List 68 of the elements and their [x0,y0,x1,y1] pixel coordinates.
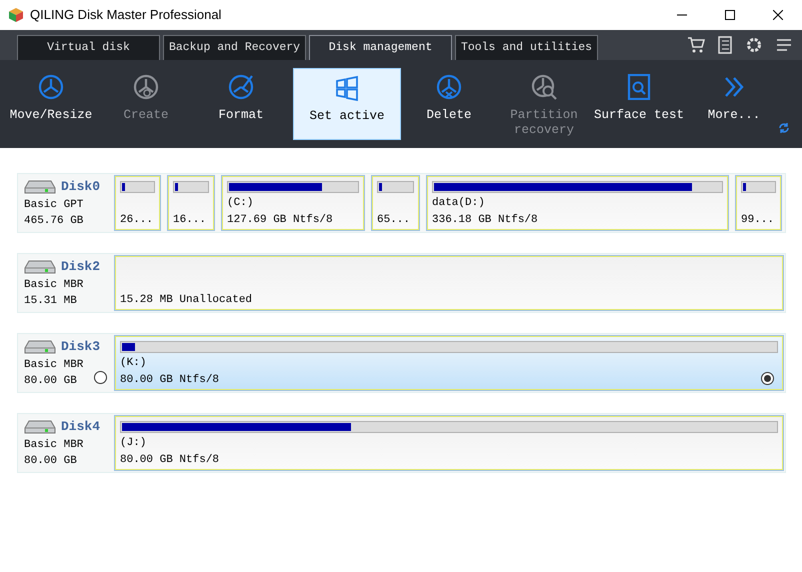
hard-drive-icon [24,178,56,195]
pie-cross-icon [436,74,462,100]
partition-size: 127.69 GB Ntfs/8 [227,213,333,227]
hard-drive-icon [24,418,56,435]
unallocated-space[interactable]: 15.28 MB Unallocated [115,256,783,310]
disk-row[interactable]: Disk3 Basic MBR 80.00 GB (K:) 80.00 GB Ntfs/8 [17,333,786,393]
app-cube-icon [8,7,24,23]
menu-icon[interactable] [776,37,792,53]
partition-block[interactable]: 65... [372,176,419,230]
partition-label: (C:) [227,196,254,210]
toolbar-button[interactable]: More... [687,68,781,140]
disk-type: Basic MBR [24,358,84,372]
document-list-icon[interactable] [718,36,732,54]
disk-size: 80.00 GB [24,454,77,468]
tab[interactable]: Backup and Recovery [163,35,306,60]
partition-block[interactable]: data(D:) 336.18 GB Ntfs/8 [427,176,728,230]
disk-name: Disk0 [61,178,100,196]
disk-size: 15.31 MB [24,294,77,308]
partition-block[interactable]: (C:) 127.69 GB Ntfs/8 [222,176,364,230]
disk-type: Basic MBR [24,278,84,292]
partition-size: 336.18 GB Ntfs/8 [432,213,538,227]
toolbar-button[interactable]: Delete [402,68,496,140]
hard-drive-icon [24,338,56,355]
partition-label: data(D:) [432,196,485,210]
close-icon[interactable] [773,10,783,20]
pie-magnifier-icon [531,74,557,100]
disk-row[interactable]: Disk0 Basic GPT 465.76 GB 26... 16... (C:) 127.69 GB Ntfs/8 65... data(D:) 336.18 GB Ntfs/8 99... [17,173,786,233]
disk-size: 80.00 GB [24,374,77,388]
disk-row[interactable]: Disk4 Basic MBR 80.00 GB (J:) 80.00 GB Ntfs/8 [17,413,786,473]
partition-size: 26... [120,213,154,227]
radio-button[interactable] [94,371,107,384]
pie-arrows-icon [38,74,64,100]
cart-icon[interactable] [687,36,705,54]
partition-size: 16... [173,213,206,227]
disk-name: Disk3 [61,338,100,356]
disk-row[interactable]: Disk2 Basic MBR 15.31 MB 15.28 MB Unallocated [17,253,786,313]
partition-block[interactable]: 99... [736,176,781,230]
toolbar-button[interactable]: Move/Resize [4,68,98,140]
window-title: QILING Disk Master Professional [30,6,222,24]
partition-label: (K:) [120,356,146,370]
partition-block[interactable]: 16... [168,176,214,230]
tab[interactable]: Tools and utilities [455,35,598,60]
toolbar-button[interactable]: Surface test [592,68,686,140]
toolbar-button[interactable]: Format [194,68,288,140]
tab[interactable]: Disk management [309,35,452,60]
refresh-icon[interactable] [778,122,790,134]
settings-icon[interactable] [745,36,763,54]
window-grid-icon [334,75,360,101]
partition-block[interactable]: (K:) 80.00 GB Ntfs/8 [115,336,783,390]
disk-name: Disk2 [61,258,100,276]
document-search-icon [626,74,652,100]
partition-block[interactable]: 26... [115,176,160,230]
toolbar-button[interactable]: Set active [293,68,401,140]
partition-label: (J:) [120,436,146,450]
disk-size: 465.76 GB [24,214,84,228]
partition-size: 80.00 GB Ntfs/8 [120,373,220,387]
partition-size: 80.00 GB Ntfs/8 [120,453,220,467]
disk-type: Basic GPT [24,198,84,212]
radio-button[interactable] [761,372,774,385]
disk-type: Basic MBR [24,438,84,452]
partition-size: 15.28 MB Unallocated [120,293,252,307]
hard-drive-icon [24,258,56,275]
partition-size: 99... [741,213,774,227]
tab[interactable]: Virtual disk [17,35,160,60]
disk-name: Disk4 [61,418,100,436]
partition-block[interactable]: (J:) 80.00 GB Ntfs/8 [115,416,783,470]
maximize-icon[interactable] [725,10,735,20]
partition-size: 65... [377,213,410,227]
